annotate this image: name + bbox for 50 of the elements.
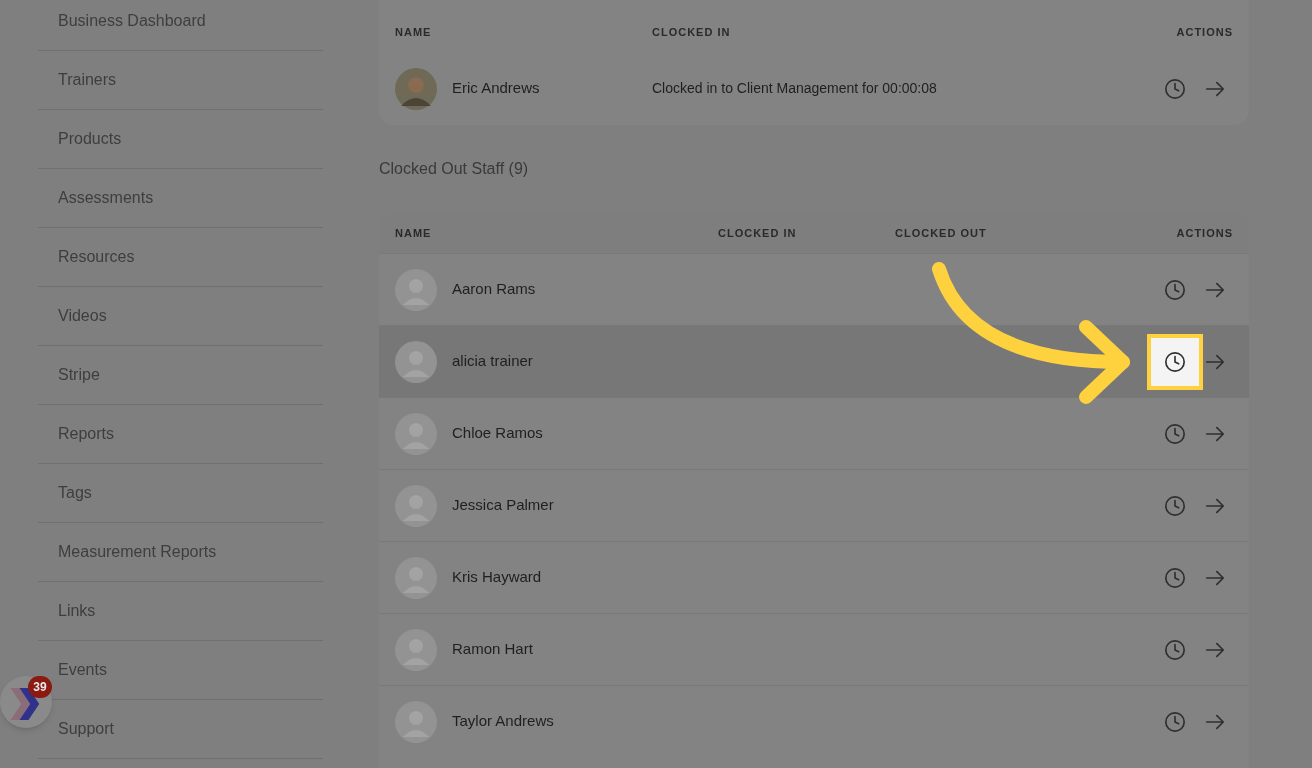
avatar-icon (395, 628, 437, 671)
avatar-icon (395, 484, 437, 527)
staff-name: alicia trainer (452, 351, 533, 372)
sidebar-link[interactable]: Links (58, 599, 96, 623)
sidebar-link[interactable]: Trainers (58, 68, 117, 92)
clock-icon (1164, 350, 1186, 373)
clock-icon (1164, 422, 1186, 445)
sidebar-link[interactable]: Videos (58, 304, 107, 328)
sidebar-link[interactable]: Stripe (58, 363, 100, 387)
avatar-icon (395, 67, 437, 110)
sidebar-link[interactable]: Business Dashboard (58, 9, 206, 33)
clock-status: Clocked in to Client Management for 00:00:08 (652, 79, 938, 98)
avatar-icon (395, 700, 437, 743)
staff-name: Aaron Rams (452, 279, 536, 300)
column-header: CLOCKED IN (718, 225, 798, 241)
sidebar-link[interactable]: Assessments (58, 186, 154, 210)
column-header: NAME (395, 24, 433, 40)
sidebar-link[interactable]: Measurement Reports (58, 540, 217, 564)
column-header: CLOCKED OUT (895, 225, 988, 241)
clock-icon (1164, 77, 1186, 100)
sidebar-link[interactable]: Resources (58, 245, 135, 269)
sidebar-link[interactable]: Events (58, 658, 107, 682)
sidebar-link[interactable]: Support (58, 717, 115, 741)
clock-icon (1164, 638, 1186, 661)
section-title: Clocked Out Staff (9) (379, 159, 529, 179)
staff-name: Kris Hayward (452, 567, 542, 588)
staff-name: Chloe Ramos (452, 423, 543, 444)
avatar-icon (395, 268, 437, 311)
column-header: CLOCKED IN (652, 24, 732, 40)
staff-name: Jessica Palmer (452, 495, 554, 516)
avatar-icon (395, 340, 437, 383)
notification-badge: 39 (28, 676, 52, 698)
sidebar-link[interactable]: Products (58, 127, 122, 151)
clock-icon (1164, 566, 1186, 589)
sidebar-link[interactable]: Reports (58, 422, 115, 446)
column-header: NAME (395, 225, 433, 241)
chat-widget[interactable]: 39 (0, 676, 52, 728)
clock-button[interactable] (1147, 333, 1203, 390)
avatar-icon (395, 556, 437, 599)
clock-icon (1164, 278, 1186, 301)
clock-icon (1164, 494, 1186, 517)
sidebar-link[interactable]: Tags (58, 481, 92, 505)
staff-name: Taylor Andrews (452, 711, 554, 732)
avatar-icon (395, 412, 437, 455)
staff-name: Ramon Hart (452, 639, 533, 660)
column-header: ACTIONS (1176, 24, 1233, 40)
staff-row[interactable]: alicia trainer (379, 325, 1249, 397)
staff-name: Eric Andrews (452, 78, 540, 99)
clock-icon (1164, 710, 1186, 733)
column-header: ACTIONS (1176, 225, 1233, 241)
